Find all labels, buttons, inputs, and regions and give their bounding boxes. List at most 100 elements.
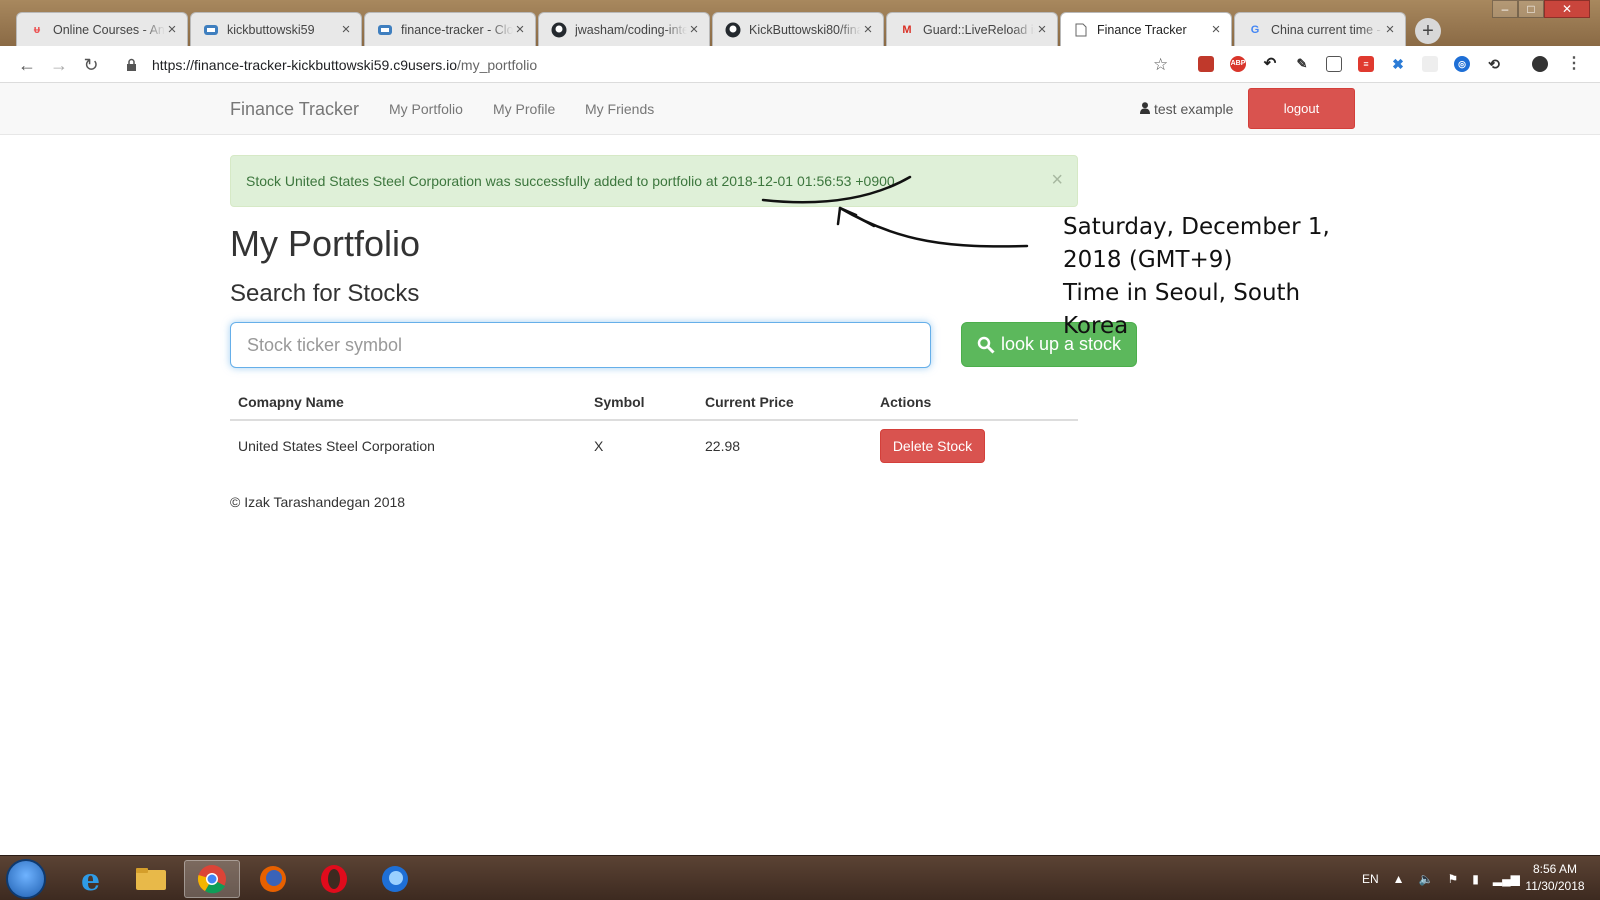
cell-company: United States Steel Corporation — [238, 438, 435, 454]
address-bar[interactable]: https://finance-tracker-kickbuttowski59.… — [116, 50, 1180, 79]
close-tab-icon[interactable]: × — [1035, 21, 1049, 38]
start-button[interactable] — [6, 859, 46, 899]
gmail-icon: M — [902, 23, 912, 36]
close-tab-icon[interactable]: × — [339, 21, 353, 38]
close-tab-icon[interactable]: × — [687, 21, 701, 38]
col-actions: Actions — [872, 384, 1078, 421]
google-icon: G — [1250, 23, 1260, 36]
stock-search-input[interactable] — [230, 322, 931, 368]
chrome-icon[interactable] — [184, 860, 240, 898]
compass-extension-icon[interactable]: ◎ — [1454, 56, 1470, 72]
close-tab-icon[interactable]: × — [165, 21, 179, 38]
col-company: Comapny Name — [230, 384, 586, 421]
minimize-icon[interactable]: – — [1492, 0, 1518, 18]
adblock-icon[interactable]: ABP — [1230, 56, 1246, 72]
blank-extension-icon[interactable] — [1422, 56, 1438, 72]
tab-title: KickButtowski80/fina — [749, 22, 861, 37]
close-tab-icon[interactable]: × — [513, 21, 527, 38]
nav-my-friends[interactable]: My Friends — [585, 101, 654, 117]
todoist-icon[interactable]: ≡ — [1358, 56, 1374, 72]
ie-icon[interactable]: e — [62, 860, 118, 898]
browser-tab-google-time[interactable]: G China current time - × — [1234, 12, 1406, 46]
tab-title: jwasham/coding-inte — [575, 22, 687, 37]
system-clock[interactable]: 8:56 AM 11/30/2018 — [1515, 861, 1595, 895]
page-icon — [1073, 22, 1089, 38]
clock-time: 8:56 AM — [1532, 862, 1578, 876]
reload-icon[interactable]: ↻ — [80, 54, 102, 76]
extension-red-icon[interactable] — [1198, 56, 1214, 72]
note-line: 2018 (GMT+9) — [1063, 247, 1233, 273]
tab-title: finance-tracker - Clo — [401, 22, 513, 37]
action-center-flag-icon[interactable]: ⚑ — [1448, 872, 1459, 886]
language-indicator[interactable]: EN — [1362, 872, 1379, 886]
tab-title: Guard::LiveReload is — [923, 22, 1035, 37]
firefox-icon[interactable] — [245, 860, 301, 898]
tray-expand-icon[interactable]: ▲ — [1393, 872, 1405, 886]
browser-tab-github-coding[interactable]: jwasham/coding-inte × — [538, 12, 710, 46]
url-host: https://finance-tracker-kickbuttowski59.… — [152, 56, 458, 73]
lock-icon — [126, 58, 140, 72]
browser-tab-finance-tracker-cloud9[interactable]: finance-tracker - Clo × — [364, 12, 536, 46]
close-x-extension-icon[interactable]: ✖ — [1390, 56, 1406, 72]
url-path: /my_portfolio — [457, 56, 538, 73]
handwritten-note: Saturday, December 1, 2018 (GMT+9) Time … — [1063, 211, 1363, 343]
firefox-dev-icon[interactable] — [367, 860, 423, 898]
current-user[interactable]: test example — [1140, 101, 1233, 117]
new-tab-button[interactable]: + — [1415, 18, 1441, 44]
back-icon[interactable]: ← — [16, 54, 38, 76]
clock-date: 11/30/2018 — [1525, 879, 1585, 893]
logout-button[interactable]: logout — [1248, 88, 1355, 129]
system-tray: EN ▲ 🔈 ⚑ ▮ ▂▄▆ — [1362, 856, 1534, 900]
power-icon[interactable]: ▮ — [1472, 872, 1479, 886]
browser-toolbar: ← → ↻ https://finance-tracker-kickbuttow… — [0, 46, 1600, 83]
nav-my-portfolio[interactable]: My Portfolio — [389, 101, 463, 117]
cell-price: 22.98 — [705, 438, 741, 454]
window-controls: – □ ✕ — [1492, 0, 1590, 18]
search-icon — [977, 336, 995, 354]
search-heading: Search for Stocks — [230, 280, 420, 307]
browser-tab-udemy[interactable]: ᵾ Online Courses - Any × — [16, 12, 188, 46]
user-icon — [1140, 101, 1150, 114]
site-navbar: Finance Tracker My Portfolio My Profile … — [0, 83, 1600, 135]
window-close-icon[interactable]: ✕ — [1544, 0, 1590, 18]
browser-tab-gmail[interactable]: M Guard::LiveReload is × — [886, 12, 1058, 46]
tab-title: Online Courses - Any — [53, 22, 165, 37]
github-icon — [725, 22, 741, 38]
browser-tab-cloud9-workspace[interactable]: kickbuttowski59 × — [190, 12, 362, 46]
browser-tab-finance-tracker[interactable]: Finance Tracker × — [1060, 12, 1232, 46]
tab-title: Finance Tracker — [1097, 22, 1187, 37]
note-line: Time in Seoul, South — [1063, 280, 1301, 306]
user-name: test example — [1154, 101, 1234, 117]
web-page: Finance Tracker My Portfolio My Profile … — [0, 83, 1600, 855]
cloud9-icon — [377, 22, 393, 38]
cell-symbol: X — [594, 438, 604, 454]
tab-title: kickbuttowski59 — [227, 22, 315, 37]
maximize-icon[interactable]: □ — [1518, 0, 1544, 18]
browser-tab-github-finance[interactable]: KickButtowski80/fina × — [712, 12, 884, 46]
close-tab-icon[interactable]: × — [861, 21, 875, 38]
tab-title: China current time - — [1271, 22, 1381, 37]
alert-close-icon[interactable]: × — [1051, 170, 1063, 190]
github-icon — [551, 22, 567, 38]
opera-icon[interactable] — [306, 860, 362, 898]
reply-arrow-icon[interactable]: ↶ — [1262, 56, 1278, 72]
close-tab-icon[interactable]: × — [1209, 21, 1223, 38]
bookmark-star-icon[interactable]: ☆ — [1153, 55, 1168, 75]
explorer-icon[interactable] — [123, 860, 179, 898]
volume-icon[interactable]: 🔈 — [1419, 872, 1434, 886]
note-line: Saturday, December 1, — [1063, 214, 1330, 240]
site-brand[interactable]: Finance Tracker — [230, 99, 359, 120]
footer-copyright: © Izak Tarashandegan 2018 — [230, 494, 406, 510]
history-extension-icon[interactable]: ⟲ — [1486, 56, 1502, 72]
portfolio-table: Comapny Name Symbol Current Price Action… — [230, 384, 1078, 471]
forward-icon[interactable]: → — [48, 54, 70, 76]
chrome-menu-icon[interactable]: ⋮ — [1566, 56, 1582, 72]
screen-extension-icon[interactable] — [1326, 56, 1342, 72]
pen-extension-icon[interactable]: ✎ — [1294, 56, 1310, 72]
success-alert: Stock United States Steel Corporation wa… — [230, 155, 1078, 207]
nav-my-profile[interactable]: My Profile — [493, 101, 555, 117]
close-tab-icon[interactable]: × — [1383, 21, 1397, 38]
udemy-icon: ᵾ — [33, 23, 41, 36]
delete-stock-button[interactable]: Delete Stock — [880, 429, 985, 463]
profile-avatar-icon[interactable] — [1532, 56, 1548, 72]
